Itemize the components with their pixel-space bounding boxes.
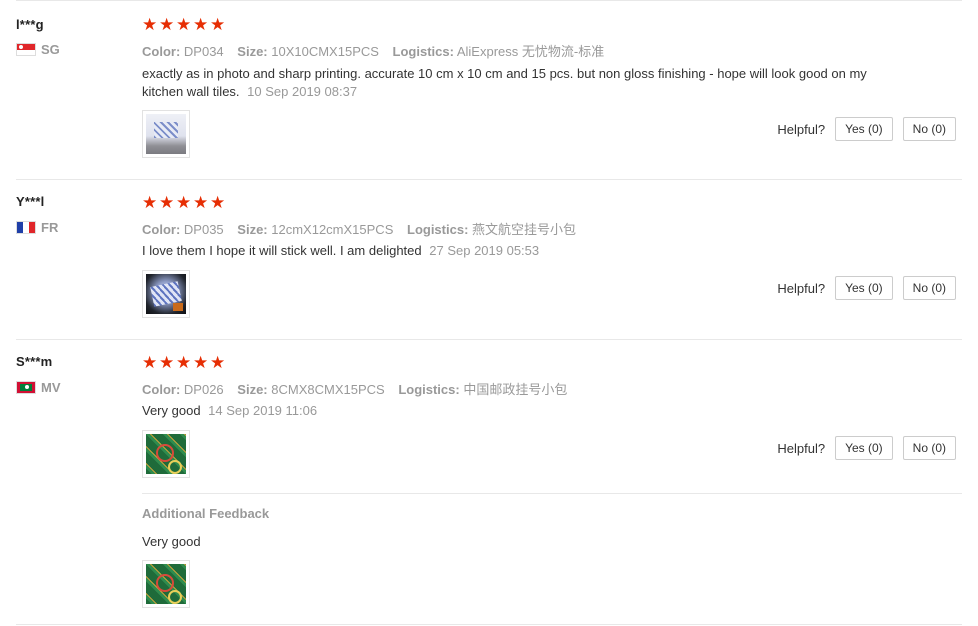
size-label: Size: bbox=[237, 382, 268, 397]
size-value: 8CMX8CMX15PCS bbox=[271, 382, 385, 397]
review-body: I love them I hope it will stick well. I… bbox=[142, 243, 422, 258]
logistics-label: Logistics: bbox=[392, 44, 454, 59]
additional-feedback-divider bbox=[142, 493, 962, 494]
star-rating: ★ ★ ★ ★ ★ bbox=[142, 15, 226, 34]
size-value: 12cmX12cmX15PCS bbox=[271, 222, 394, 237]
star-icon: ★ bbox=[210, 193, 226, 212]
logistics-label: Logistics: bbox=[398, 382, 460, 397]
star-icon: ★ bbox=[159, 353, 175, 372]
additional-feedback-title: Additional Feedback bbox=[142, 506, 270, 521]
helpful-voting: Helpful? Yes (0) No (0) bbox=[777, 436, 956, 460]
star-icon: ★ bbox=[176, 193, 192, 212]
review-item: Y***l FR ★ ★ ★ ★ ★ Color: DP035 Size: 12cmX1… bbox=[16, 179, 962, 340]
yes-button[interactable]: Yes (0) bbox=[835, 276, 893, 300]
france-flag-icon bbox=[16, 221, 36, 234]
yes-button[interactable]: Yes (0) bbox=[835, 436, 893, 460]
no-button[interactable]: No (0) bbox=[902, 117, 956, 141]
additional-feedback-photo[interactable] bbox=[142, 560, 190, 608]
reviewer-country: MV bbox=[16, 380, 61, 395]
review-photo[interactable] bbox=[142, 270, 190, 318]
reviewer-name: l***g bbox=[16, 17, 44, 32]
color-value: DP026 bbox=[183, 382, 224, 397]
yes-button[interactable]: Yes (0) bbox=[835, 117, 893, 141]
review-photo[interactable] bbox=[142, 430, 190, 478]
helpful-voting: Helpful? Yes (0) No (0) bbox=[777, 276, 956, 300]
size-label: Size: bbox=[237, 222, 268, 237]
reviewer-name: Y***l bbox=[16, 194, 45, 209]
star-icon: ★ bbox=[142, 15, 158, 34]
logistics-value: 燕文航空挂号小包 bbox=[472, 222, 577, 237]
helpful-label: Helpful? bbox=[777, 280, 826, 296]
star-icon: ★ bbox=[176, 353, 192, 372]
star-icon: ★ bbox=[193, 353, 209, 372]
singapore-flag-icon bbox=[16, 43, 36, 56]
review-text: Very good 14 Sep 2019 11:06 bbox=[142, 402, 872, 420]
star-icon: ★ bbox=[210, 353, 226, 372]
size-value: 10X10CMX15PCS bbox=[271, 44, 379, 59]
color-label: Color: bbox=[142, 382, 181, 397]
logistics-value: AliExpress 无忧物流-标准 bbox=[456, 44, 605, 59]
review-date: 14 Sep 2019 11:06 bbox=[208, 403, 318, 418]
star-rating: ★ ★ ★ ★ ★ bbox=[142, 193, 226, 212]
star-icon: ★ bbox=[193, 15, 209, 34]
color-label: Color: bbox=[142, 222, 181, 237]
review-photo[interactable] bbox=[142, 110, 190, 158]
logistics-label: Logistics: bbox=[407, 222, 469, 237]
review-body: Very good bbox=[142, 403, 201, 418]
country-code: SG bbox=[41, 42, 60, 57]
star-rating: ★ ★ ★ ★ ★ bbox=[142, 353, 226, 372]
color-value: DP034 bbox=[183, 44, 224, 59]
reviewer-country: SG bbox=[16, 42, 60, 57]
review-date: 10 Sep 2019 08:37 bbox=[247, 84, 358, 99]
no-button[interactable]: No (0) bbox=[902, 436, 956, 460]
country-code: FR bbox=[41, 220, 59, 235]
no-button[interactable]: No (0) bbox=[902, 276, 956, 300]
helpful-label: Helpful? bbox=[777, 121, 826, 137]
review-text: I love them I hope it will stick well. I… bbox=[142, 242, 872, 260]
reviewer-name: S***m bbox=[16, 354, 53, 369]
color-label: Color: bbox=[142, 44, 181, 59]
helpful-label: Helpful? bbox=[777, 440, 826, 456]
star-icon: ★ bbox=[142, 353, 158, 372]
star-icon: ★ bbox=[193, 193, 209, 212]
star-icon: ★ bbox=[159, 15, 175, 34]
reviewer-country: FR bbox=[16, 220, 58, 235]
order-info: Color: DP026 Size: 8CMX8CMX15PCS Logisti… bbox=[142, 379, 577, 398]
maldives-flag-icon bbox=[16, 381, 36, 394]
review-item: S***m MV ★ ★ ★ ★ ★ Color: DP026 Size: 8CMX8C… bbox=[16, 339, 962, 625]
additional-feedback-text: Very good bbox=[142, 534, 201, 549]
color-value: DP035 bbox=[183, 222, 224, 237]
order-info: Color: DP035 Size: 12cmX12cmX15PCS Logis… bbox=[142, 219, 586, 238]
helpful-voting: Helpful? Yes (0) No (0) bbox=[777, 117, 956, 141]
size-label: Size: bbox=[237, 44, 268, 59]
order-info: Color: DP034 Size: 10X10CMX15PCS Logisti… bbox=[142, 41, 614, 60]
star-icon: ★ bbox=[176, 15, 192, 34]
country-code: MV bbox=[41, 380, 61, 395]
logistics-value: 中国邮政挂号小包 bbox=[463, 382, 568, 397]
review-date: 27 Sep 2019 05:53 bbox=[429, 243, 540, 258]
review-item: l***g SG ★ ★ ★ ★ ★ Color: DP034 Size: 10X10C… bbox=[16, 0, 962, 180]
star-icon: ★ bbox=[159, 193, 175, 212]
review-text: exactly as in photo and sharp printing. … bbox=[142, 65, 872, 101]
star-icon: ★ bbox=[142, 193, 158, 212]
star-icon: ★ bbox=[210, 15, 226, 34]
